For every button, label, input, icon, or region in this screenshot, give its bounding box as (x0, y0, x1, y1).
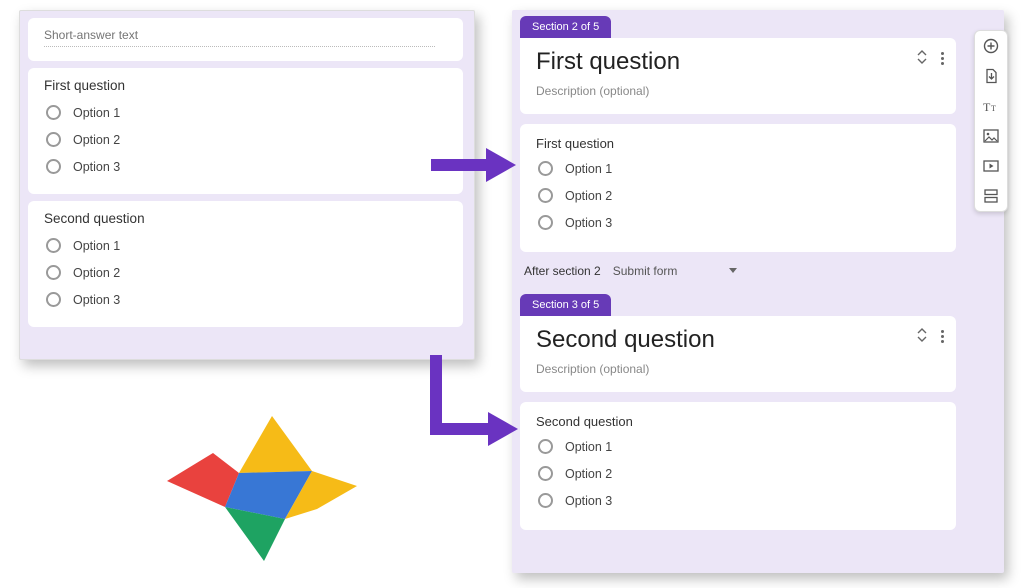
add-question-button[interactable] (980, 37, 1002, 55)
radio-icon (46, 105, 61, 120)
option-row[interactable]: Option 1 (538, 439, 940, 454)
option-row[interactable]: Option 2 (538, 466, 940, 481)
option-row[interactable]: Option 3 (46, 159, 447, 174)
after-section-value: Submit form (613, 264, 678, 278)
section-badge: Section 3 of 5 (520, 294, 611, 316)
short-answer-input[interactable] (44, 24, 435, 47)
more-icon[interactable] (941, 50, 944, 65)
option-row[interactable]: Option 3 (538, 493, 940, 508)
option-label: Option 1 (73, 106, 120, 120)
question-title: Second question (536, 414, 940, 429)
section-badge: Section 2 of 5 (520, 16, 611, 38)
arrow-icon (431, 148, 516, 182)
question-card-1[interactable]: First question Option 1 Option 2 Option … (28, 68, 463, 194)
option-row[interactable]: Option 1 (538, 161, 940, 176)
after-section-label: After section 2 (524, 264, 601, 278)
collapse-icon[interactable] (917, 328, 927, 343)
option-label: Option 2 (73, 133, 120, 147)
short-answer-card (28, 18, 463, 61)
add-section-button[interactable] (980, 187, 1002, 205)
section-title[interactable]: Second question (536, 326, 940, 354)
option-label: Option 3 (73, 160, 120, 174)
section-description[interactable]: Description (optional) (536, 84, 940, 98)
option-label: Option 2 (565, 467, 612, 481)
radio-icon (538, 188, 553, 203)
add-image-button[interactable] (980, 127, 1002, 145)
radio-icon (46, 265, 61, 280)
more-icon[interactable] (941, 328, 944, 343)
question-card-2[interactable]: Second question Option 1 Option 2 Option… (28, 201, 463, 327)
bird-logo-icon (167, 411, 357, 561)
left-form-panel: First question Option 1 Option 2 Option … (19, 10, 475, 360)
caret-down-icon (729, 268, 737, 273)
add-video-button[interactable] (980, 157, 1002, 175)
question-title: First question (44, 78, 447, 93)
radio-icon (538, 215, 553, 230)
option-row[interactable]: Option 2 (538, 188, 940, 203)
radio-icon (46, 132, 61, 147)
option-label: Option 1 (565, 440, 612, 454)
svg-text:T: T (983, 100, 991, 113)
option-label: Option 1 (565, 162, 612, 176)
import-questions-button[interactable] (980, 67, 1002, 85)
arrow-l-icon (420, 355, 520, 455)
radio-icon (46, 159, 61, 174)
option-row[interactable]: Option 1 (46, 238, 447, 253)
question-title: Second question (44, 211, 447, 226)
option-row[interactable]: Option 2 (46, 132, 447, 147)
option-label: Option 3 (565, 494, 612, 508)
right-form-panel: Section 2 of 5 First question Descriptio… (512, 10, 1004, 573)
option-row[interactable]: Option 2 (46, 265, 447, 280)
section-title[interactable]: First question (536, 48, 940, 76)
radio-icon (46, 292, 61, 307)
section-description[interactable]: Description (optional) (536, 362, 940, 376)
svg-text:T: T (991, 104, 996, 113)
section-header-card[interactable]: First question Description (optional) (520, 38, 956, 114)
option-row[interactable]: Option 3 (538, 215, 940, 230)
after-section-select[interactable]: Submit form (613, 264, 738, 278)
option-label: Option 2 (565, 189, 612, 203)
question-card[interactable]: First question Option 1 Option 2 Option … (520, 124, 956, 252)
radio-icon (538, 439, 553, 454)
option-label: Option 1 (73, 239, 120, 253)
radio-icon (538, 161, 553, 176)
floating-toolbar: TT (974, 30, 1008, 212)
after-section-row: After section 2 Submit form (524, 264, 952, 278)
collapse-icon[interactable] (917, 50, 927, 65)
radio-icon (46, 238, 61, 253)
radio-icon (538, 493, 553, 508)
option-row[interactable]: Option 3 (46, 292, 447, 307)
option-label: Option 2 (73, 266, 120, 280)
radio-icon (538, 466, 553, 481)
question-title: First question (536, 136, 940, 151)
option-label: Option 3 (565, 216, 612, 230)
option-label: Option 3 (73, 293, 120, 307)
section-header-card[interactable]: Second question Description (optional) (520, 316, 956, 392)
add-title-button[interactable]: TT (980, 97, 1002, 115)
question-card[interactable]: Second question Option 1 Option 2 Option… (520, 402, 956, 530)
option-row[interactable]: Option 1 (46, 105, 447, 120)
